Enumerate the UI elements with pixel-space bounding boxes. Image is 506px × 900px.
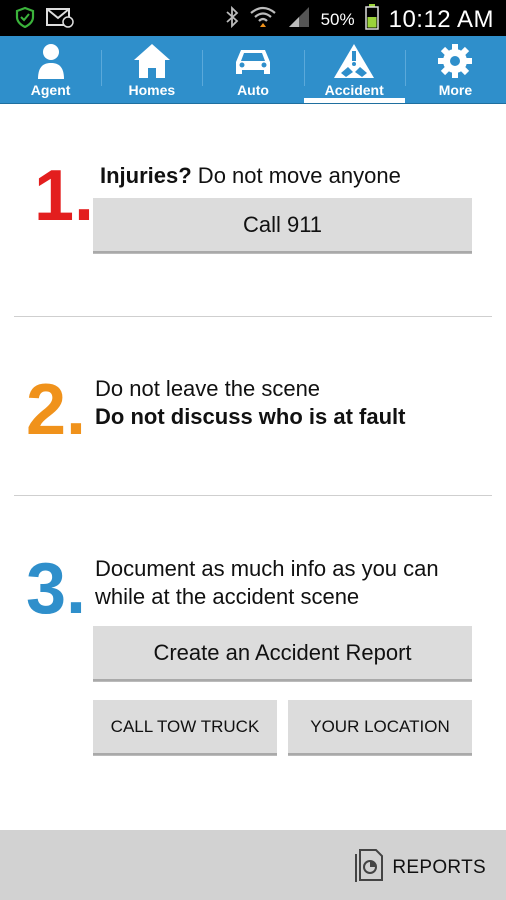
step-1-plain-text: Do not move anyone [191, 163, 401, 188]
step-3-line-1: Document as much info as you can [95, 556, 439, 581]
tab-accident[interactable]: Accident [303, 36, 405, 103]
signal-icon [287, 5, 311, 34]
call-911-button[interactable]: Call 911 [93, 198, 472, 253]
step-2-line-2: Do not discuss who is at fault [95, 404, 406, 429]
bluetooth-icon [225, 5, 239, 34]
step-3-number: 3. [26, 549, 87, 629]
tab-homes-label: Homes [128, 82, 176, 98]
divider-1 [14, 316, 492, 317]
step-2-line-1: Do not leave the scene [95, 376, 321, 401]
main-nav: Agent Homes Auto Accident More [0, 36, 506, 104]
reports-label: REPORTS [392, 856, 486, 878]
tab-agent[interactable]: Agent [0, 36, 101, 103]
step-1-number: 1. [34, 156, 95, 236]
reports-button[interactable]: REPORTS [354, 848, 486, 887]
email-notification-icon [46, 6, 74, 33]
gear-icon [436, 42, 474, 80]
status-clock: 10:12 AM [388, 5, 494, 33]
agent-person-icon [36, 42, 66, 80]
accident-warning-icon [332, 42, 376, 80]
tab-more-label: More [438, 82, 473, 98]
battery-percent: 50% [320, 9, 355, 29]
tab-homes[interactable]: Homes [101, 36, 202, 103]
bottom-bar: REPORTS [0, 830, 506, 900]
step-1-bold-text: Injuries? [100, 163, 192, 188]
step-3-line-2: while at the accident scene [95, 584, 360, 609]
step-2-number: 2. [26, 370, 87, 450]
step-2-text: Do not leave the scene Do not discuss wh… [95, 375, 495, 431]
step-1-text: Injuries? Do not move anyone [100, 162, 490, 190]
tab-auto[interactable]: Auto [202, 36, 303, 103]
house-icon [132, 42, 172, 80]
step-3-text: Document as much info as you can while a… [95, 555, 495, 611]
wifi-icon [249, 5, 277, 34]
reports-document-icon [354, 848, 384, 887]
active-tab-indicator [303, 98, 405, 103]
tab-more[interactable]: More [404, 36, 506, 103]
divider-2 [14, 495, 492, 496]
car-icon [232, 42, 274, 80]
shield-icon [14, 6, 36, 33]
your-location-button[interactable]: YOUR LOCATION [288, 700, 472, 755]
tab-auto-label: Auto [237, 82, 269, 98]
battery-icon [364, 4, 379, 35]
tab-agent-label: Agent [30, 82, 71, 98]
call-tow-truck-button[interactable]: CALL TOW TRUCK [93, 700, 277, 755]
status-bar: 50% 10:12 AM [0, 0, 506, 36]
tab-accident-label: Accident [324, 82, 384, 98]
create-accident-report-button[interactable]: Create an Accident Report [93, 626, 472, 681]
